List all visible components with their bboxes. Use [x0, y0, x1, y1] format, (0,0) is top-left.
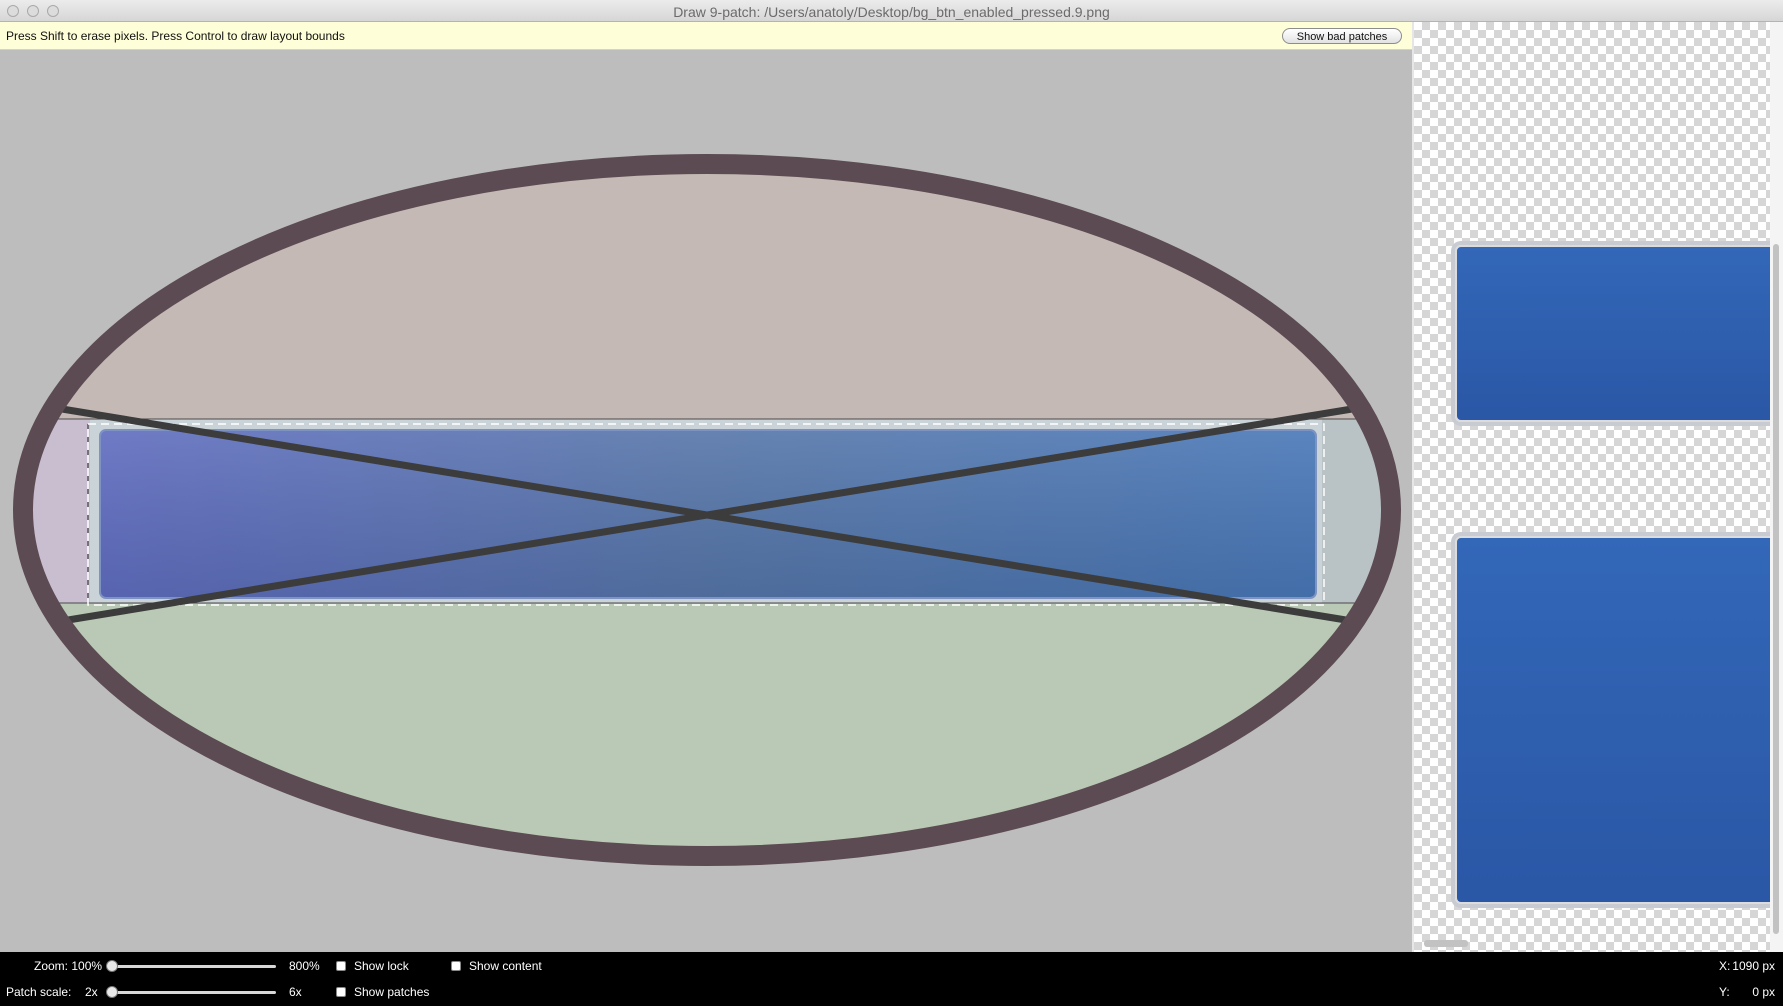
title-bar: Draw 9-patch: /Users/anatoly/Desktop/bg_…	[0, 0, 1783, 22]
top-stretch-region	[24, 166, 1390, 419]
y-coordinate-label: Y:	[1719, 985, 1730, 999]
zoom-slider-track[interactable]	[112, 965, 276, 968]
preview-pane	[1414, 22, 1783, 952]
bottom-stretch-region	[24, 603, 1390, 854]
patch-scale-slider-knob[interactable]	[106, 986, 118, 998]
info-bar: Press Shift to erase pixels. Press Contr…	[0, 22, 1412, 50]
patch-scale-max-label: 6x	[289, 985, 302, 999]
x-coordinate-label: X:	[1719, 959, 1731, 973]
zoom-slider-knob[interactable]	[106, 960, 118, 972]
preview-tall	[1455, 536, 1783, 904]
show-patches-label: Show patches	[354, 985, 430, 999]
preview-wide	[1455, 245, 1783, 422]
show-content-label: Show content	[469, 959, 542, 973]
show-lock-checkbox[interactable]	[336, 961, 346, 971]
controls-bar: Zoom: 100% 800% Patch scale: 2x 6x Show …	[0, 952, 1783, 1006]
show-content-checkbox[interactable]	[451, 961, 461, 971]
show-patches-checkbox[interactable]	[336, 987, 346, 997]
patch-scale-min-label: 2x	[85, 985, 98, 999]
zoom-max-label: 800%	[289, 959, 320, 973]
show-bad-patches-button[interactable]: Show bad patches	[1282, 28, 1402, 44]
window-title: Draw 9-patch: /Users/anatoly/Desktop/bg_…	[673, 4, 1110, 20]
y-coordinate-value: 0 px	[1752, 985, 1775, 999]
patch-scale-slider-track[interactable]	[112, 991, 276, 994]
hint-text: Press Shift to erase pixels. Press Contr…	[6, 29, 345, 43]
preview-horizontal-scrollbar[interactable]	[1424, 940, 1468, 947]
patch-scale-label: Patch scale:	[6, 985, 72, 999]
x-coordinate-value: 1090 px	[1732, 959, 1775, 973]
scrollbar-thumb[interactable]	[1773, 244, 1779, 934]
show-lock-label: Show lock	[354, 959, 409, 973]
preview-vertical-scrollbar[interactable]	[1770, 22, 1783, 952]
patch-editor-drawing	[13, 154, 1401, 866]
patch-editor-canvas[interactable]	[0, 50, 1412, 952]
zoom-label: Zoom: 100%	[34, 959, 103, 973]
